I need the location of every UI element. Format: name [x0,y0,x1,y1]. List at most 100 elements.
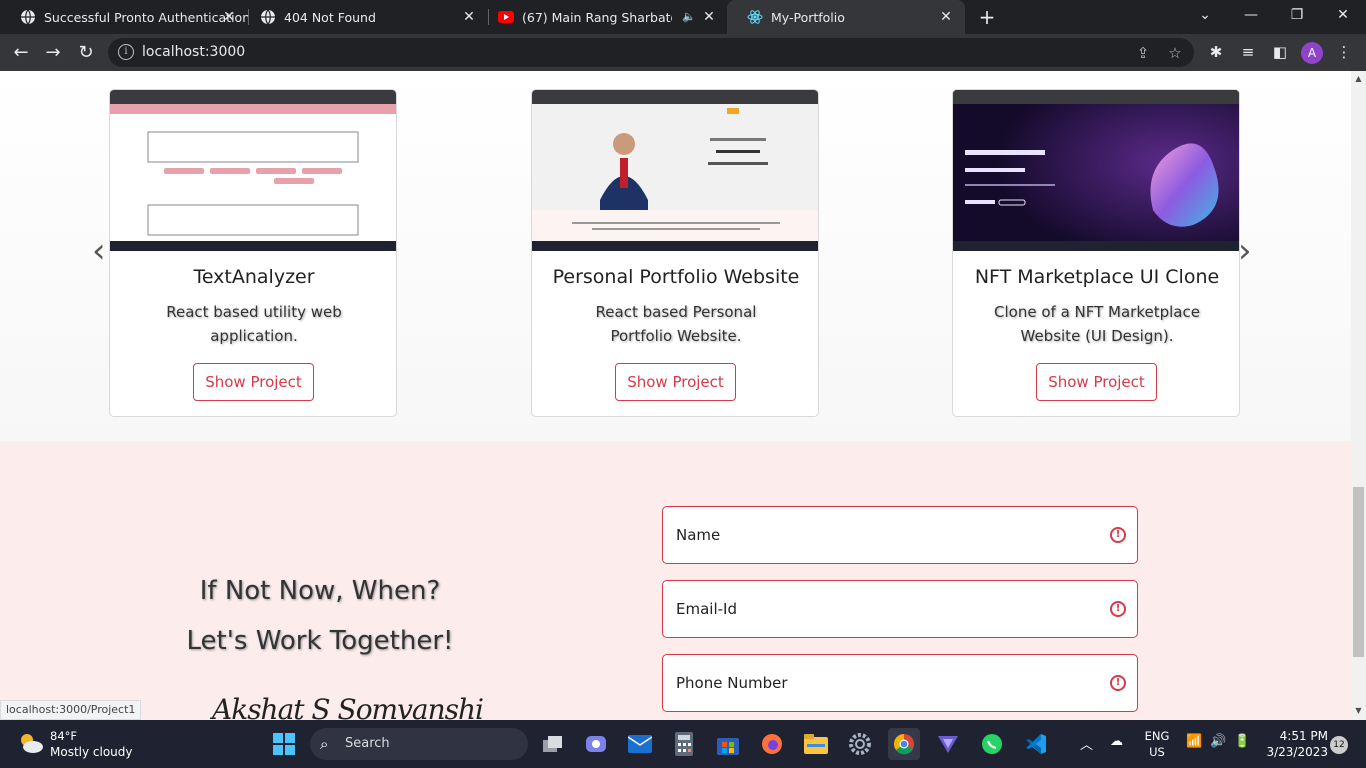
tagline-question: If Not Now, When? [199,576,441,606]
project-title: Personal Portfolio Website [552,266,800,288]
mail-icon[interactable] [624,728,656,760]
extensions-icon[interactable]: ✱ [1206,42,1226,62]
show-project-button[interactable]: Show Project [1036,363,1157,401]
project-card: Personal Portfolio Website React based P… [531,89,819,417]
phone-placeholder: Phone Number [676,674,788,692]
weather-description: Mostly cloudy [50,745,133,759]
weather-cloud-icon[interactable] [18,732,44,754]
project-card: NFT Marketplace UI Clone Clone of a NFT … [952,89,1240,417]
weather-temperature: 84°F [50,729,77,743]
error-icon: ! [1110,675,1126,691]
system-clock[interactable]: 4:51 PM 3/23/2023 [1262,728,1328,760]
tab-search-icon[interactable]: ⌄ [1182,0,1228,30]
globe-icon [20,9,36,25]
whatsapp-icon[interactable] [976,728,1008,760]
project-description: React based Personal Portfolio Website. [595,303,757,345]
forward-icon[interactable]: → [40,40,66,66]
project-description: React based utility web application. [166,303,342,345]
address-bar[interactable]: i localhost:3000 ⇪ ☆ [108,38,1194,67]
new-tab-button[interactable]: + [977,5,997,29]
carousel-next-icon[interactable]: › [1238,234,1256,270]
tab-title: (67) Main Rang Sharbaton Ka [522,9,672,25]
back-icon[interactable]: ← [8,40,34,66]
chrome-icon[interactable] [888,728,920,760]
url-text: localhost:3000 [142,44,246,60]
email-field[interactable]: Email-Id ! [662,580,1138,638]
clock-date: 3/23/2023 [1266,745,1328,759]
project-description: Clone of a NFT Marketplace Website (UI D… [994,303,1200,345]
calculator-icon[interactable] [668,728,700,760]
close-tab-icon[interactable]: ✕ [937,8,955,26]
menu-icon[interactable]: ⋮ [1334,42,1354,62]
tab-pronto[interactable]: Successful Pronto Authentication ✕ [0,0,248,34]
taskbar-search-label: Search [345,736,390,751]
windows-taskbar: 84°F Mostly cloudy ⌕ Search ︿ ☁ ENG US 📶… [0,720,1366,768]
reload-icon[interactable]: ↻ [73,40,99,66]
carousel-prev-icon[interactable]: ‹ [92,234,110,270]
teams-chat-icon[interactable] [580,728,612,760]
battery-icon[interactable]: 🔋 [1234,734,1250,749]
page-scrollbar[interactable]: ▲ ▼ [1351,71,1366,720]
input-language-indicator[interactable]: ENG US [1140,728,1174,760]
signature: Akshat S Somvanshi [212,693,484,720]
projects-section: ‹ › TextAnalyzer React based utility web… [0,71,1351,441]
name-field[interactable]: Name ! [662,506,1138,564]
email-placeholder: Email-Id [676,600,737,618]
onedrive-cloud-icon[interactable]: ☁ [1110,734,1123,749]
profile-avatar[interactable]: A [1301,42,1323,64]
side-panel-icon[interactable]: ◧ [1270,42,1290,62]
tab-title: My-Portfolio [771,9,845,25]
lang-region: US [1149,745,1165,759]
project-screenshot[interactable] [532,90,818,251]
show-project-button[interactable]: Show Project [615,363,736,401]
react-icon [747,9,763,25]
scroll-up-icon[interactable]: ▲ [1353,73,1364,85]
restore-button[interactable]: ❐ [1274,0,1320,30]
minimize-button[interactable]: — [1228,0,1274,30]
speaker-icon[interactable]: 🔈 [682,10,696,23]
vpn-app-icon[interactable] [932,728,964,760]
project-screenshot[interactable] [110,90,396,251]
youtube-icon [498,9,514,25]
tab-my-portfolio[interactable]: My-Portfolio ✕ [727,0,965,34]
close-tab-icon[interactable]: ✕ [220,8,238,26]
tagline-cta: Let's Work Together! [186,626,454,656]
settings-gear-icon[interactable] [844,728,876,760]
share-icon[interactable]: ⇪ [1134,44,1152,62]
browser-toolbar: ← → ↻ i localhost:3000 ⇪ ☆ ✱ ≡ ◧ A ⋮ [0,34,1366,71]
notification-badge[interactable]: 12 [1330,736,1348,754]
close-tab-icon[interactable]: ✕ [460,8,478,26]
project-card: TextAnalyzer React based utility web app… [109,89,397,417]
project-screenshot[interactable] [953,90,1239,251]
clock-time: 4:51 PM [1279,729,1328,743]
wifi-icon[interactable]: 📶 [1186,734,1202,749]
scroll-down-icon[interactable]: ▼ [1353,705,1364,717]
site-info-icon[interactable]: i [118,44,134,60]
firefox-icon[interactable] [756,728,788,760]
lang-code: ENG [1144,729,1170,743]
tab-404[interactable]: 404 Not Found ✕ [240,0,488,34]
error-icon: ! [1110,601,1126,617]
close-tab-icon[interactable]: ✕ [700,8,718,26]
project-title: TextAnalyzer [193,266,315,288]
tab-title: Successful Pronto Authentication [44,9,248,25]
project-title: NFT Marketplace UI Clone [974,266,1220,288]
microsoft-store-icon[interactable] [712,728,744,760]
close-window-button[interactable]: ✕ [1320,0,1366,30]
tab-title: 404 Not Found [284,9,376,25]
media-control-icon[interactable]: ≡ [1238,42,1258,62]
taskbar-search[interactable]: ⌕ Search [310,728,528,760]
contact-section: If Not Now, When? Let's Work Together! A… [0,441,1351,720]
tray-overflow-icon[interactable]: ︿ [1080,734,1093,753]
tab-youtube[interactable]: (67) Main Rang Sharbaton Ka 🔈 ✕ [478,0,728,34]
volume-icon[interactable]: 🔊 [1210,734,1226,749]
task-view-icon[interactable] [536,728,568,760]
link-status-url: localhost:3000/Project1 [0,700,142,720]
phone-field[interactable]: Phone Number ! [662,654,1138,712]
file-explorer-icon[interactable] [800,728,832,760]
vscode-icon[interactable] [1020,728,1052,760]
show-project-button[interactable]: Show Project [193,363,314,401]
bookmark-star-icon[interactable]: ☆ [1166,44,1184,62]
start-button[interactable] [268,728,300,760]
scrollbar-thumb[interactable] [1353,487,1364,657]
